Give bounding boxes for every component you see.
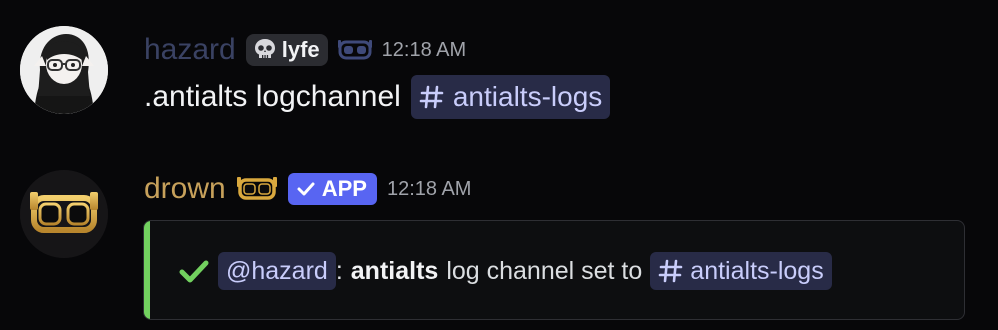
channel-mention-label: antialts-logs xyxy=(690,256,824,285)
app-badge-label: APP xyxy=(321,176,367,201)
avatar[interactable] xyxy=(20,26,108,114)
user-mention[interactable]: @hazard xyxy=(218,252,336,290)
hash-icon xyxy=(658,259,683,283)
channel-mention[interactable]: antialts-logs xyxy=(650,252,832,290)
server-tag[interactable]: lyfe xyxy=(245,34,328,66)
avatar[interactable] xyxy=(20,170,108,258)
message-header: drown APP 12:18 AM xyxy=(144,171,471,207)
channel-mention-label: antialts-logs xyxy=(452,81,603,112)
server-tag-label: lyfe xyxy=(281,37,320,62)
embed-accent-bar xyxy=(144,221,150,319)
channel-mention[interactable]: antialts-logs xyxy=(410,75,611,119)
embed-text: log channel set to xyxy=(446,256,643,285)
embed-description: @hazard : antialts log channel set to an… xyxy=(178,221,832,319)
goggles-icon[interactable] xyxy=(236,174,278,204)
hash-icon xyxy=(419,85,444,109)
message-hazard: hazard lyfe 12:18 AM .antialts logchanne… xyxy=(0,20,998,130)
timestamp[interactable]: 12:18 AM xyxy=(382,32,467,68)
username[interactable]: drown xyxy=(144,171,226,207)
app-badge: APP xyxy=(287,173,377,205)
skull-icon xyxy=(254,39,275,58)
verified-check-icon xyxy=(297,182,315,196)
message-drown: drown APP 12:18 AM @hazard : antialts lo… xyxy=(0,166,998,330)
message-content: .antialts logchannel antialts-logs xyxy=(144,74,611,120)
message-text: .antialts logchannel xyxy=(144,80,401,113)
username[interactable]: hazard xyxy=(144,32,236,68)
timestamp[interactable]: 12:18 AM xyxy=(387,171,472,207)
embed-bold-text: antialts xyxy=(350,256,439,285)
check-icon xyxy=(179,260,209,283)
message-header: hazard lyfe 12:18 AM xyxy=(144,32,466,68)
avatar-image xyxy=(20,26,108,114)
embed: @hazard : antialts log channel set to an… xyxy=(143,220,965,320)
goggles-avatar-image xyxy=(20,170,108,258)
separator: : xyxy=(335,256,343,285)
goggles-icon[interactable] xyxy=(337,38,372,62)
